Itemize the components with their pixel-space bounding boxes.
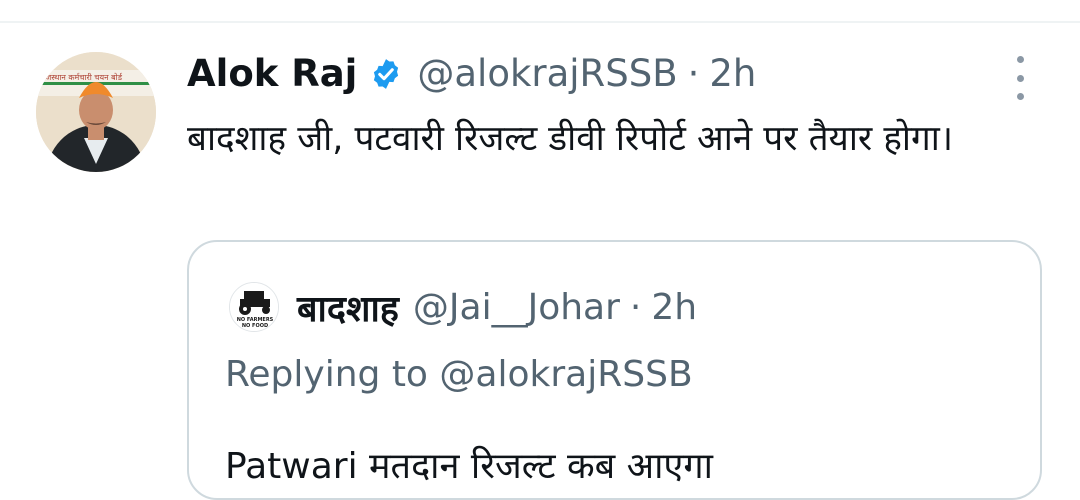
avatar-text-line2: NO FOOD <box>242 323 268 329</box>
header-separator: · <box>687 52 700 95</box>
quote-text: Patwari मतदान रिजल्ट कब आएगा <box>225 446 713 487</box>
quote-time[interactable]: 2h <box>651 287 697 328</box>
tractor-logo-icon: NO FARMERS NO FOOD <box>230 283 278 331</box>
replying-to-handle[interactable]: @alokrajRSSB <box>439 354 692 395</box>
quote-author-name[interactable]: बादशाह <box>297 283 399 332</box>
replying-to-line: Replying to @alokrajRSSB <box>225 350 693 400</box>
quote-header-separator: · <box>629 286 642 328</box>
verified-badge-icon <box>369 57 403 91</box>
quote-author-avatar[interactable]: NO FARMERS NO FOOD <box>229 282 279 332</box>
author-name[interactable]: Alok Raj <box>187 50 357 98</box>
quote-header: बादशाह @Jai__Johar · 2h <box>297 282 697 332</box>
avatar-sign-text: राजस्थान कर्मचारी चयन बोर्ड <box>40 72 123 82</box>
tweet-text: बादशाह जी, पटवारी रिजल्ट डीवी रिपोर्ट आन… <box>187 119 954 159</box>
author-handle[interactable]: @alokrajRSSB <box>417 50 677 98</box>
more-dot <box>1016 74 1024 82</box>
more-dot <box>1016 56 1024 63</box>
avatar-photo: राजस्थान कर्मचारी चयन बोर्ड <box>36 52 156 172</box>
top-divider <box>0 21 1080 23</box>
more-dot <box>1016 93 1024 100</box>
author-avatar[interactable]: राजस्थान कर्मचारी चयन बोर्ड <box>36 52 156 172</box>
quoted-tweet-card[interactable]: NO FARMERS NO FOOD बादशाह @Jai__Johar · … <box>187 240 1042 500</box>
tweet-header: Alok Raj @alokrajRSSB · 2h <box>187 50 756 98</box>
quote-author-handle[interactable]: @Jai__Johar <box>413 287 620 328</box>
replying-to-label: Replying to <box>225 354 428 395</box>
more-vertical-icon[interactable] <box>1006 56 1034 100</box>
tweet-time[interactable]: 2h <box>709 50 756 98</box>
